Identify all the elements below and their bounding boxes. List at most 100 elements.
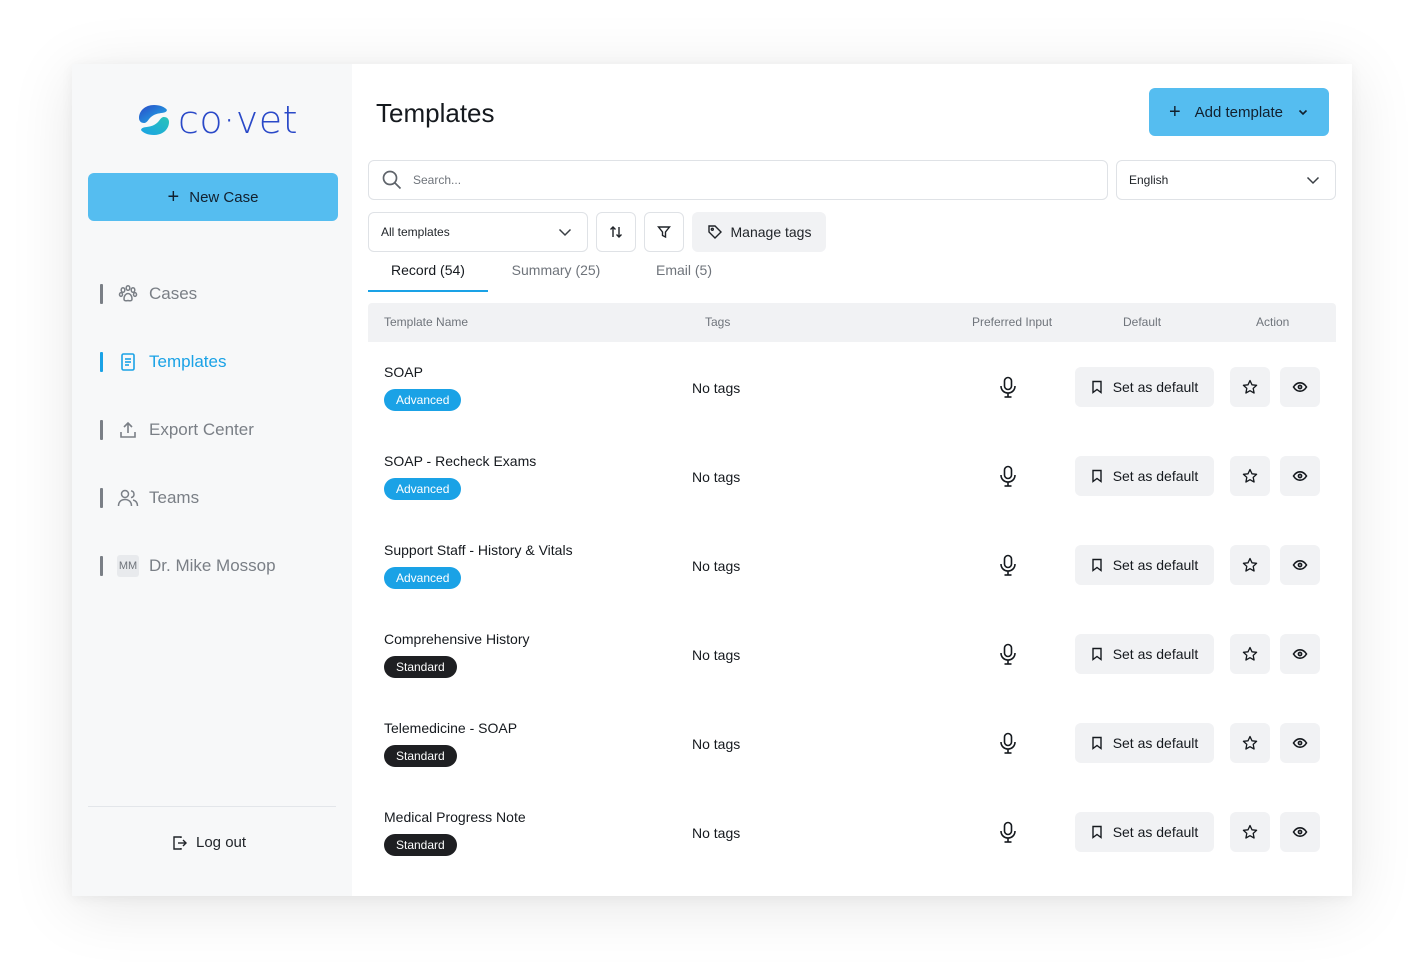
- bookmark-icon: [1091, 647, 1102, 661]
- star-icon: [1242, 824, 1258, 839]
- preview-button[interactable]: [1280, 634, 1320, 674]
- sidebar-item-label: Cases: [149, 284, 198, 303]
- add-template-button[interactable]: + Add template: [1149, 88, 1329, 136]
- upload-icon: [117, 419, 139, 441]
- sort-icon: [610, 226, 622, 238]
- template-filter-value: All templates: [381, 225, 450, 239]
- logout-button[interactable]: Log out: [172, 834, 246, 851]
- star-icon: [1242, 646, 1258, 661]
- star-icon: [1242, 557, 1258, 572]
- sidebar-item-label: Teams: [149, 488, 200, 507]
- template-type-badge: Advanced: [384, 389, 462, 411]
- main-content: Templates + Add template English All tem…: [352, 64, 1352, 896]
- table-row[interactable]: Support Staff - History & Vitals Advance…: [368, 521, 1336, 610]
- bookmark-icon: [1091, 558, 1102, 572]
- bookmark-icon: [1091, 736, 1102, 750]
- template-name: Support Staff - History & Vitals: [384, 542, 573, 558]
- set-as-default-label: Set as default: [1112, 557, 1199, 573]
- divider: [88, 806, 336, 807]
- table-row[interactable]: SOAP - Recheck Exams Advanced No tags Se…: [368, 432, 1336, 521]
- set-as-default-button[interactable]: Set as default: [1075, 723, 1214, 763]
- table-row[interactable]: Medical Progress Note Standard No tags S…: [368, 788, 1336, 877]
- preview-button[interactable]: [1280, 545, 1320, 585]
- eye-icon: [1292, 648, 1308, 660]
- sidebar-item-label: Export Center: [149, 420, 254, 439]
- favorite-button[interactable]: [1230, 456, 1270, 496]
- eye-icon: [1292, 470, 1308, 482]
- filter-button[interactable]: [644, 212, 684, 252]
- star-icon: [1242, 379, 1258, 394]
- manage-tags-label: Manage tags: [730, 224, 812, 240]
- avatar: MM: [117, 555, 139, 577]
- nav-indicator: [100, 352, 103, 372]
- tab-email[interactable]: Email (5): [624, 262, 744, 292]
- preview-button[interactable]: [1280, 367, 1320, 407]
- template-name: SOAP - Recheck Exams: [384, 453, 537, 469]
- nav-indicator: [100, 556, 103, 576]
- template-type-badge: Standard: [384, 834, 457, 856]
- sidebar-item-export-center[interactable]: Export Center: [100, 396, 276, 464]
- favorite-button[interactable]: [1230, 545, 1270, 585]
- manage-tags-button[interactable]: Manage tags: [692, 212, 826, 252]
- sidebar: co·vet + New Case Cases Templates Export…: [72, 64, 352, 896]
- template-name: Medical Progress Note: [384, 809, 526, 825]
- filter-icon: [657, 226, 671, 239]
- chevron-down-icon: [558, 228, 572, 237]
- app-window: co·vet + New Case Cases Templates Export…: [72, 64, 1352, 896]
- set-as-default-button[interactable]: Set as default: [1075, 634, 1214, 674]
- favorite-button[interactable]: [1230, 367, 1270, 407]
- set-as-default-label: Set as default: [1112, 646, 1199, 662]
- column-header-default: Default: [1123, 315, 1162, 329]
- set-as-default-label: Set as default: [1112, 468, 1199, 484]
- template-table-body: SOAP Advanced No tags Set as default SOA…: [368, 343, 1336, 877]
- template-type-badge: Standard: [384, 745, 457, 767]
- search-input[interactable]: [413, 173, 1053, 187]
- column-header-tags: Tags: [705, 315, 731, 329]
- table-row[interactable]: Telemedicine - SOAP Standard No tags Set…: [368, 699, 1336, 788]
- favorite-button[interactable]: [1230, 723, 1270, 763]
- preview-button[interactable]: [1280, 456, 1320, 496]
- plus-icon: +: [167, 186, 180, 208]
- star-icon: [1242, 468, 1258, 483]
- search-bar: [368, 160, 1108, 200]
- sort-button[interactable]: [596, 212, 636, 252]
- column-header-template-name: Template Name: [384, 315, 469, 329]
- tab-summary[interactable]: Summary (25): [488, 262, 624, 292]
- set-as-default-button[interactable]: Set as default: [1075, 545, 1214, 585]
- language-select-value: English: [1129, 173, 1169, 187]
- preview-button[interactable]: [1280, 723, 1320, 763]
- template-tags: No tags: [692, 736, 741, 752]
- language-select[interactable]: English: [1116, 160, 1336, 200]
- tab-record[interactable]: Record (54): [368, 262, 488, 292]
- favorite-button[interactable]: [1230, 634, 1270, 674]
- microphone-icon: [1000, 554, 1016, 576]
- template-type-badge: Advanced: [384, 478, 462, 500]
- new-case-button[interactable]: + New Case: [88, 173, 338, 221]
- eye-icon: [1292, 737, 1308, 749]
- avatar-initials: MM: [117, 555, 139, 577]
- nav-indicator: [100, 420, 103, 440]
- template-tags: No tags: [692, 380, 741, 396]
- table-row[interactable]: Comprehensive History Standard No tags S…: [368, 610, 1336, 699]
- table-row[interactable]: SOAP Advanced No tags Set as default: [368, 343, 1336, 432]
- sidebar-item-label: Dr. Mike Mossop: [149, 556, 276, 575]
- sidebar-item-teams[interactable]: Teams: [100, 464, 276, 532]
- eye-icon: [1292, 381, 1308, 393]
- set-as-default-button[interactable]: Set as default: [1075, 456, 1214, 496]
- sidebar-item-templates[interactable]: Templates: [100, 328, 276, 396]
- microphone-icon: [1000, 376, 1016, 398]
- sidebar-item-cases[interactable]: Cases: [100, 260, 276, 328]
- sidebar-item-profile[interactable]: MM Dr. Mike Mossop: [100, 532, 276, 600]
- set-as-default-button[interactable]: Set as default: [1075, 367, 1214, 407]
- bookmark-icon: [1091, 825, 1102, 839]
- logout-icon: [173, 835, 187, 850]
- template-tags: No tags: [692, 558, 741, 574]
- template-filter-select[interactable]: All templates: [368, 212, 588, 252]
- template-type-badge: Advanced: [384, 567, 462, 589]
- set-as-default-button[interactable]: Set as default: [1075, 812, 1214, 852]
- favorite-button[interactable]: [1230, 812, 1270, 852]
- set-as-default-label: Set as default: [1112, 735, 1199, 751]
- preview-button[interactable]: [1280, 812, 1320, 852]
- sidebar-item-label: Templates: [149, 352, 227, 371]
- template-tags: No tags: [692, 469, 741, 485]
